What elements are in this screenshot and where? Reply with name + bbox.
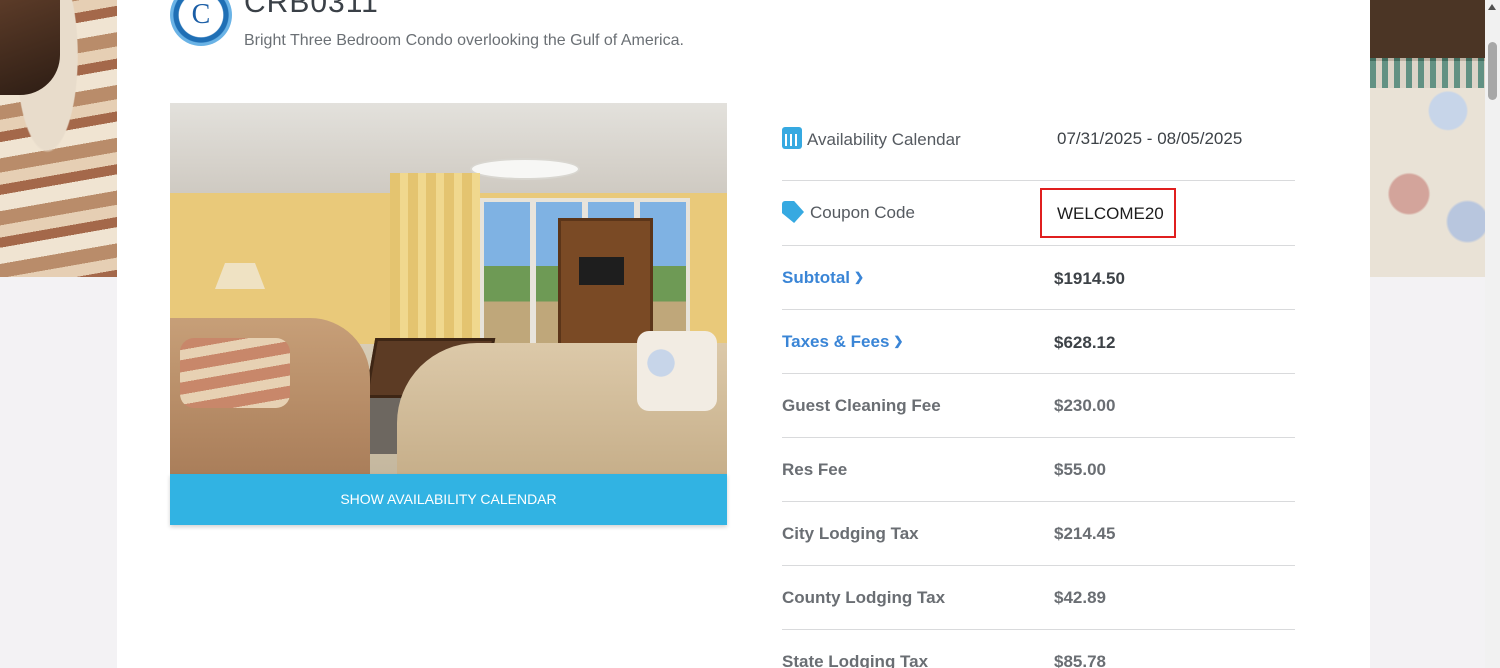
scrollbar[interactable] xyxy=(1485,0,1500,668)
fee-value: $55.00 xyxy=(1054,460,1106,479)
photo-lamp xyxy=(215,263,265,289)
scrollbar-thumb[interactable] xyxy=(1488,42,1497,100)
property-title: CRB0311 xyxy=(244,0,379,19)
property-photo[interactable] xyxy=(170,103,727,474)
tag-icon xyxy=(782,201,804,223)
coupon-label-wrap: Coupon Code xyxy=(782,201,915,223)
logo-letter: C xyxy=(191,0,211,30)
availability-value[interactable]: 07/31/2025 - 08/05/2025 xyxy=(1057,129,1242,149)
property-subtitle: Bright Three Bedroom Condo overlooking t… xyxy=(244,32,684,49)
photo-pillow xyxy=(637,331,717,411)
taxes-fees-label: Taxes & Fees xyxy=(782,332,890,351)
fee-label: Res Fee xyxy=(782,460,848,479)
subtotal-toggle[interactable]: Subtotal ❯ xyxy=(782,268,864,288)
background-photo-right xyxy=(1370,0,1500,277)
fee-label: Guest Cleaning Fee xyxy=(782,396,941,415)
subtotal-label: Subtotal xyxy=(782,268,850,287)
fee-row: County Lodging Tax $42.89 xyxy=(782,566,1295,630)
photo-ceiling-fan xyxy=(470,158,580,180)
availability-row[interactable]: Availability Calendar 07/31/2025 - 08/05… xyxy=(782,105,1295,181)
photo-sofa-left xyxy=(170,318,370,474)
fee-label: State Lodging Tax xyxy=(782,652,929,668)
chevron-down-icon: ❯ xyxy=(854,270,865,284)
coupon-label: Coupon Code xyxy=(810,203,915,222)
background-photo-left xyxy=(0,0,118,277)
show-availability-calendar-button[interactable]: SHOW AVAILABILITY CALENDAR xyxy=(170,474,727,525)
fee-row: City Lodging Tax $214.45 xyxy=(782,502,1295,566)
coupon-row: Coupon Code WELCOME20 xyxy=(782,181,1295,246)
fee-row: Guest Cleaning Fee $230.00 xyxy=(782,374,1295,438)
price-quote: Availability Calendar 07/31/2025 - 08/05… xyxy=(782,105,1295,668)
scroll-up-arrow-icon[interactable] xyxy=(1488,4,1496,10)
taxes-fees-row[interactable]: Taxes & Fees ❯ $628.12 xyxy=(782,310,1295,374)
fee-label: County Lodging Tax xyxy=(782,588,946,607)
calendar-icon xyxy=(782,127,802,149)
subtotal-row[interactable]: Subtotal ❯ $1914.50 xyxy=(782,246,1295,310)
taxes-fees-toggle[interactable]: Taxes & Fees ❯ xyxy=(782,332,903,352)
subtotal-value: $1914.50 xyxy=(1054,269,1125,288)
fee-label: City Lodging Tax xyxy=(782,524,919,543)
fee-row: State Lodging Tax $85.78 xyxy=(782,630,1295,668)
coupon-input[interactable]: WELCOME20 xyxy=(1057,204,1164,224)
fee-value: $214.45 xyxy=(1054,524,1116,543)
photo-cabinet xyxy=(558,218,653,348)
fee-value: $85.78 xyxy=(1054,652,1106,668)
availability-label: Availability Calendar xyxy=(807,130,961,149)
fee-value: $42.89 xyxy=(1054,588,1106,607)
fee-value: $230.00 xyxy=(1054,396,1116,415)
chevron-down-icon: ❯ xyxy=(893,334,904,348)
fee-row: Res Fee $55.00 xyxy=(782,438,1295,502)
taxes-fees-value: $628.12 xyxy=(1054,333,1116,352)
availability-label-wrap: Availability Calendar xyxy=(782,127,961,150)
